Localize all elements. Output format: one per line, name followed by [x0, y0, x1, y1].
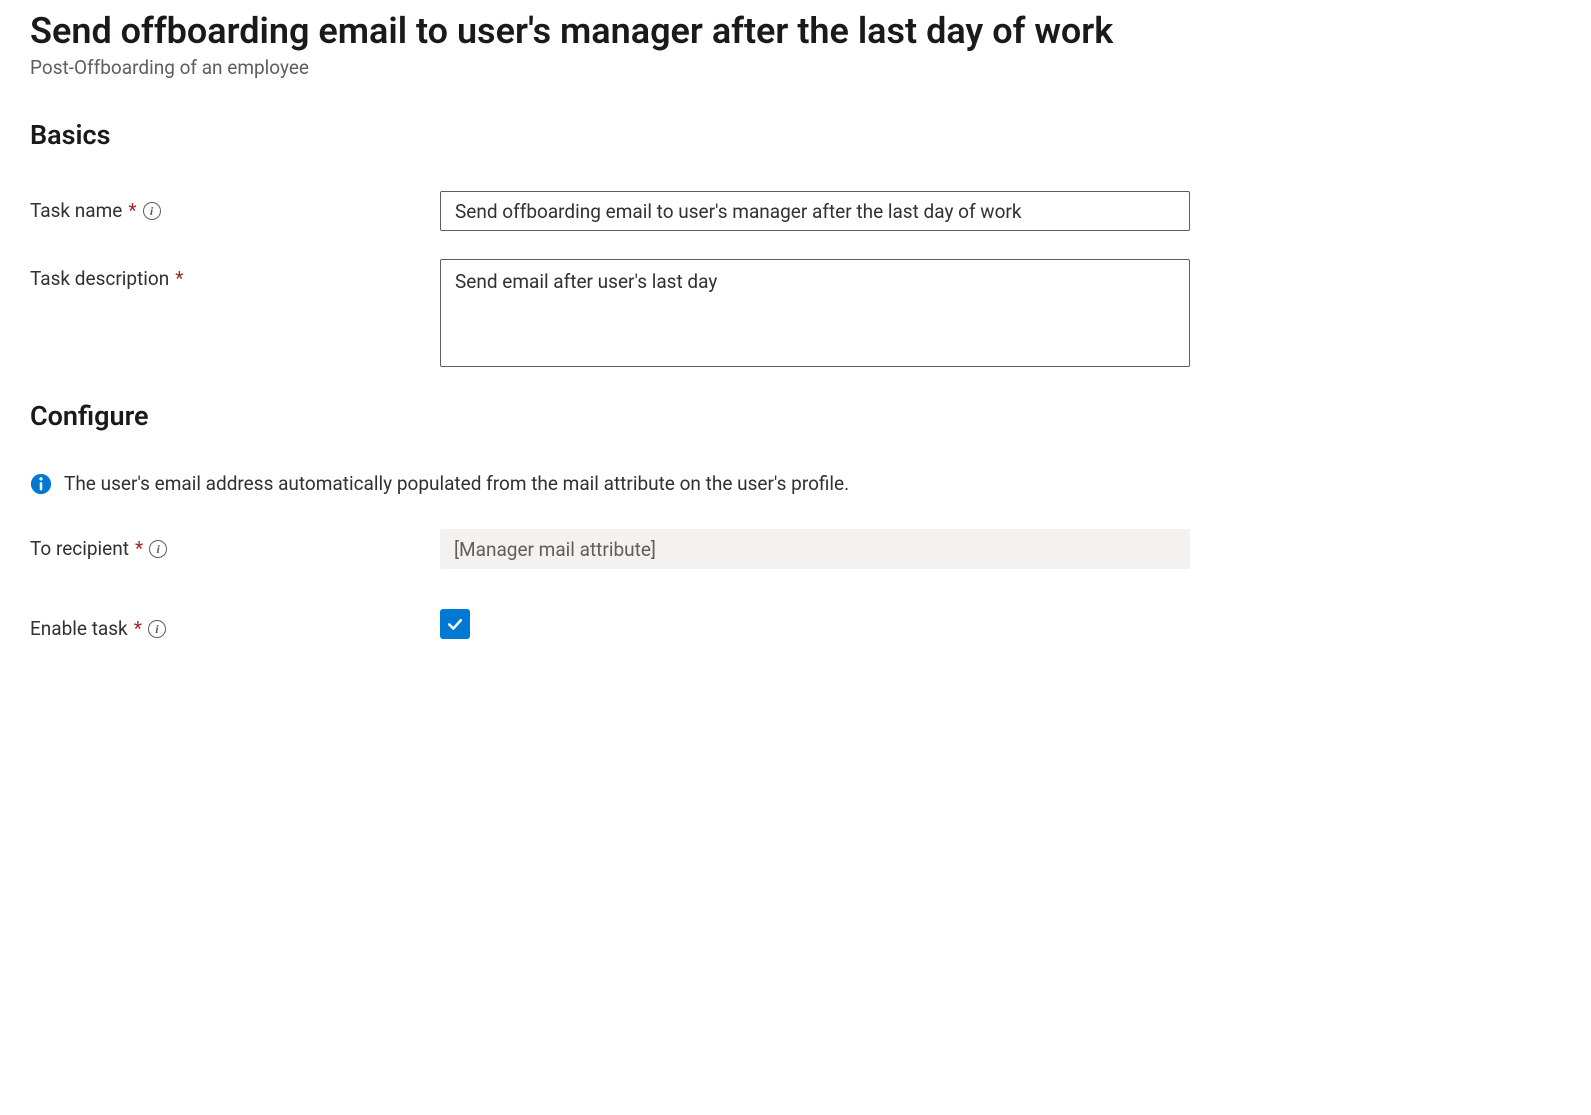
page-subtitle: Post-Offboarding of an employee [30, 56, 1561, 79]
info-solid-icon [30, 473, 52, 495]
required-marker: * [134, 617, 142, 640]
section-heading-basics: Basics [30, 119, 1561, 151]
task-description-input[interactable] [440, 259, 1190, 367]
task-name-input[interactable] [440, 191, 1190, 231]
checkmark-icon [445, 614, 465, 634]
row-enable-task: Enable task * i [30, 609, 1561, 640]
row-task-name: Task name * i [30, 191, 1561, 231]
label-enable-task: Enable task * i [30, 609, 440, 640]
row-to-recipient: To recipient * i [Manager mail attribute… [30, 529, 1561, 569]
to-recipient-field: [Manager mail attribute] [440, 529, 1190, 569]
label-to-recipient-text: To recipient [30, 537, 129, 560]
info-icon[interactable]: i [149, 540, 167, 558]
section-heading-configure: Configure [30, 400, 1561, 432]
enable-task-checkbox[interactable] [440, 609, 470, 639]
label-to-recipient: To recipient * i [30, 529, 440, 560]
label-task-description-text: Task description [30, 267, 169, 290]
row-task-description: Task description * [30, 259, 1561, 372]
label-enable-task-text: Enable task [30, 617, 128, 640]
info-banner: The user's email address automatically p… [30, 472, 1561, 495]
label-task-description: Task description * [30, 259, 440, 290]
page-title: Send offboarding email to user's manager… [30, 10, 1561, 52]
required-marker: * [135, 537, 143, 560]
required-marker: * [128, 199, 136, 222]
info-icon[interactable]: i [143, 202, 161, 220]
label-task-name: Task name * i [30, 191, 440, 222]
label-task-name-text: Task name [30, 199, 122, 222]
info-banner-text: The user's email address automatically p… [64, 472, 849, 495]
required-marker: * [175, 267, 183, 290]
info-icon[interactable]: i [148, 620, 166, 638]
